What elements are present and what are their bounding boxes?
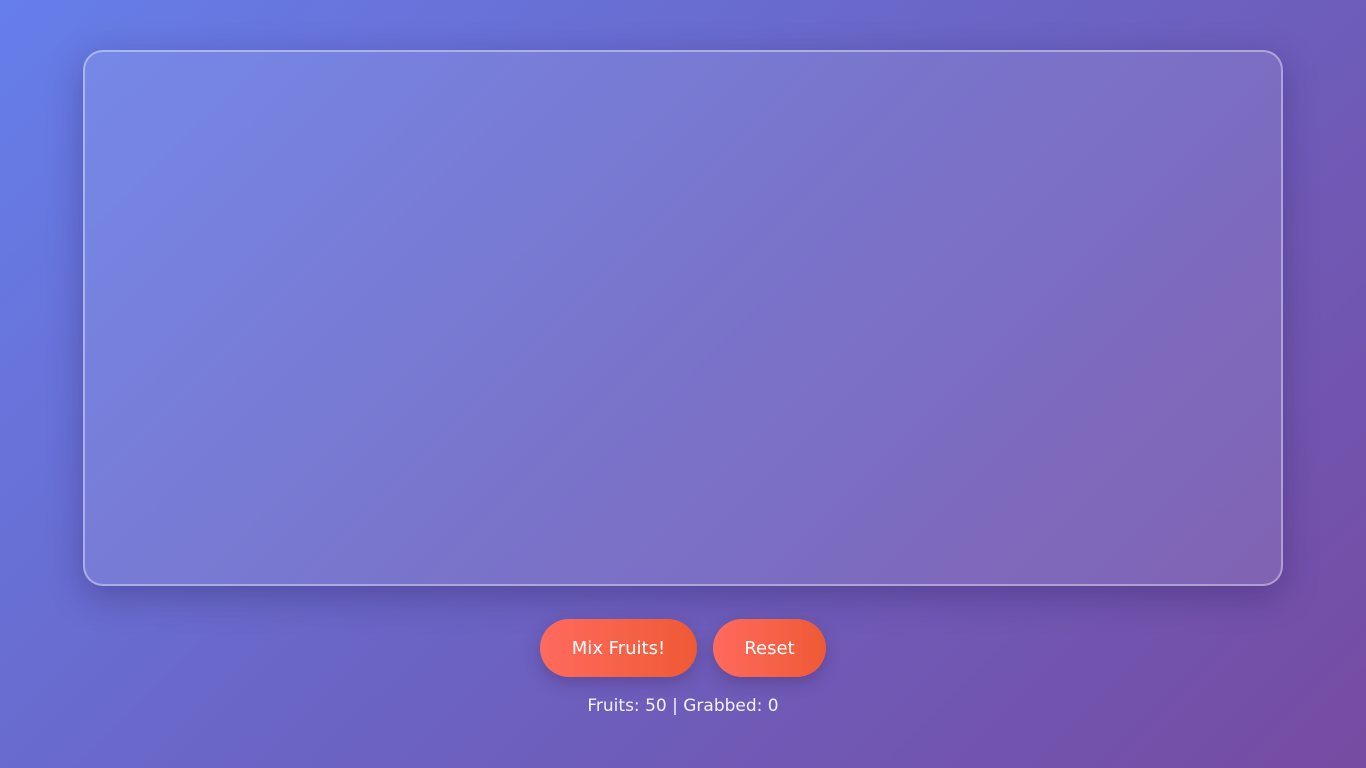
mix-fruits-button[interactable]: Mix Fruits! [540,619,697,677]
fruit-play-area[interactable] [83,50,1283,586]
fruits-label: Fruits: [587,696,640,716]
stats-separator: | [672,696,678,716]
stats-line: Fruits: 50 | Grabbed: 0 [0,696,1366,716]
control-bar: Mix Fruits! Reset [0,619,1366,677]
fruits-count: 50 [645,696,667,716]
grabbed-count: 0 [767,696,779,716]
reset-button[interactable]: Reset [713,619,826,677]
grabbed-label: Grabbed: [683,696,763,716]
